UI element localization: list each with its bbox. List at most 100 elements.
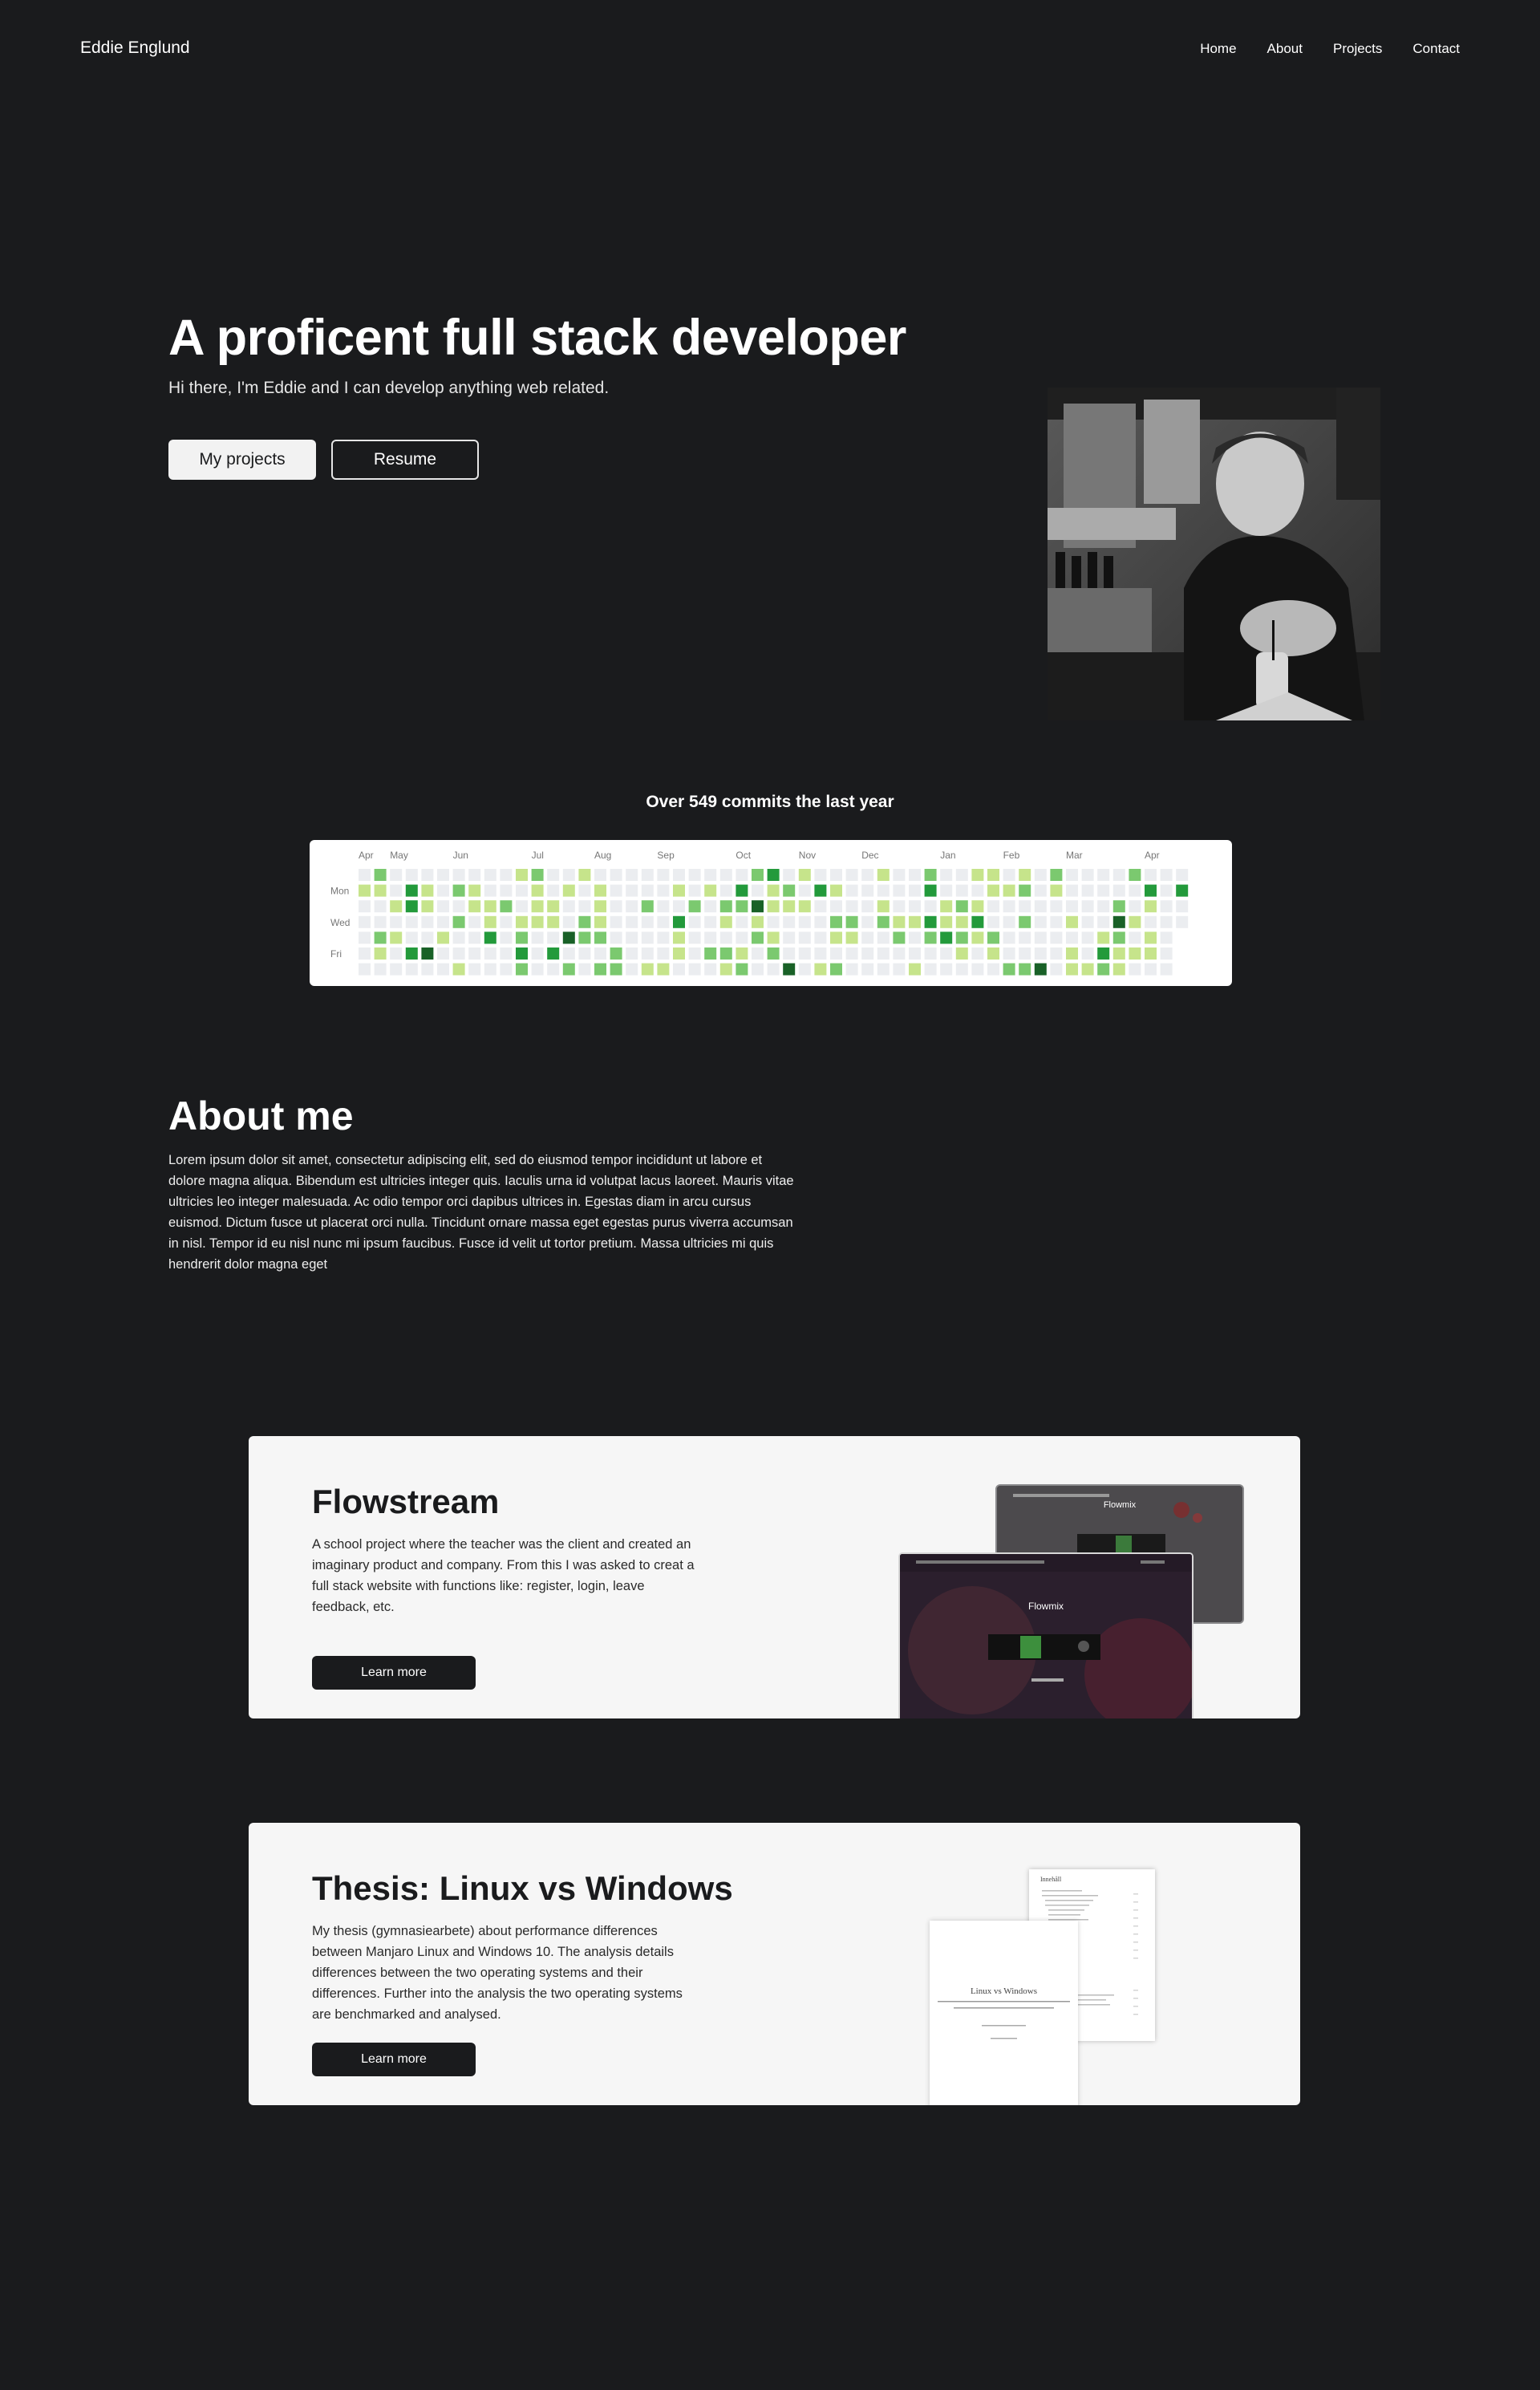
contribution-cell xyxy=(1081,884,1094,897)
resume-button[interactable]: Resume xyxy=(331,440,479,480)
contribution-cell xyxy=(578,869,591,881)
contribution-cell xyxy=(798,931,811,944)
contribution-cell xyxy=(578,947,591,960)
project-screenshot-front: Flowmix xyxy=(898,1552,1194,1718)
graph-weekday-label: Mon xyxy=(330,886,349,897)
contribution-cell xyxy=(500,915,513,928)
contribution-graph: Apr May Jun Jul Aug Sep Oct Nov Dec Jan Feb Mar Apr M… xyxy=(310,840,1232,986)
contribution-cell xyxy=(955,869,968,881)
brand-logo[interactable]: Eddie Englund xyxy=(80,39,190,58)
contribution-cell xyxy=(971,900,984,913)
contribution-cell xyxy=(405,900,418,913)
contribution-cell xyxy=(452,947,465,960)
graph-month-label: Mar xyxy=(1066,850,1083,861)
contribution-cell xyxy=(1050,931,1063,944)
graph-month-label: Aug xyxy=(594,850,611,861)
contribution-cell xyxy=(562,915,575,928)
contribution-cell xyxy=(1129,915,1141,928)
contribution-cell xyxy=(940,900,953,913)
contribution-cell xyxy=(468,963,481,976)
contribution-cell xyxy=(798,884,811,897)
contribution-cell xyxy=(359,884,371,897)
contribution-cell xyxy=(1176,900,1189,913)
contribution-cell xyxy=(657,900,670,913)
learn-more-button[interactable]: Learn more xyxy=(312,1656,476,1690)
nav-link-contact[interactable]: Contact xyxy=(1412,41,1460,57)
my-projects-button[interactable]: My projects xyxy=(168,440,316,480)
contribution-cell xyxy=(798,900,811,913)
contribution-cell xyxy=(562,947,575,960)
graph-month-label: Jul xyxy=(532,850,544,861)
contribution-cell xyxy=(719,869,732,881)
contribution-cell xyxy=(909,931,921,944)
contribution-cell xyxy=(359,900,371,913)
contribution-cell xyxy=(468,931,481,944)
contribution-cell xyxy=(893,869,906,881)
contribution-cell xyxy=(562,900,575,913)
contribution-cell xyxy=(971,931,984,944)
contribution-cell xyxy=(1160,963,1173,976)
contribution-cell xyxy=(1129,963,1141,976)
contribution-cell xyxy=(641,884,654,897)
contribution-cell xyxy=(736,947,748,960)
nav-link-home[interactable]: Home xyxy=(1200,41,1236,57)
contribution-cell xyxy=(484,869,496,881)
contribution-cell xyxy=(1145,884,1157,897)
contribution-cell xyxy=(1003,931,1015,944)
contribution-cell xyxy=(1066,884,1078,897)
contribution-cell xyxy=(626,947,638,960)
contribution-cell xyxy=(830,963,842,976)
contribution-cell xyxy=(688,900,701,913)
contribution-cell xyxy=(767,884,780,897)
contribution-cell xyxy=(752,931,764,944)
navbar: Eddie Englund Home About Projects Contac… xyxy=(0,0,1540,99)
contribution-cell xyxy=(374,884,387,897)
contribution-cell xyxy=(1097,963,1110,976)
contribution-cell xyxy=(688,915,701,928)
learn-more-button[interactable]: Learn more xyxy=(312,2043,476,2076)
contribution-cell xyxy=(814,931,827,944)
contribution-cell xyxy=(405,931,418,944)
graph-month-label: Jun xyxy=(453,850,468,861)
nav-link-about[interactable]: About xyxy=(1267,41,1303,57)
contribution-cell xyxy=(641,947,654,960)
graph-month-label: Nov xyxy=(799,850,816,861)
profile-photo xyxy=(1048,388,1380,720)
contribution-cell xyxy=(719,884,732,897)
contribution-cell xyxy=(845,931,858,944)
contribution-cell xyxy=(814,869,827,881)
contribution-cell xyxy=(955,947,968,960)
contribution-cell xyxy=(452,963,465,976)
contribution-cell xyxy=(845,869,858,881)
contribution-cell xyxy=(704,947,717,960)
nav-link-projects[interactable]: Projects xyxy=(1333,41,1382,57)
contribution-cell xyxy=(1145,915,1157,928)
contribution-cell xyxy=(814,884,827,897)
mock-front-title: Flowmix xyxy=(1028,1601,1064,1612)
contribution-cell xyxy=(1145,947,1157,960)
contribution-cell xyxy=(594,931,606,944)
contribution-cell xyxy=(484,915,496,928)
project-description: A school project where the teacher was t… xyxy=(312,1537,695,1614)
contribution-cell xyxy=(500,884,513,897)
contribution-cell xyxy=(1160,869,1173,881)
contribution-cell xyxy=(861,915,874,928)
contribution-cell xyxy=(1145,931,1157,944)
contribution-cell xyxy=(719,900,732,913)
contribution-cell xyxy=(516,931,528,944)
contribution-cell xyxy=(500,931,513,944)
contribution-cell xyxy=(374,931,387,944)
contribution-cell xyxy=(924,931,937,944)
contribution-cell xyxy=(719,915,732,928)
contribution-cell xyxy=(1129,884,1141,897)
contribution-cell xyxy=(1145,900,1157,913)
contribution-cell xyxy=(421,947,434,960)
contribution-cell xyxy=(955,884,968,897)
contribution-cell xyxy=(736,884,748,897)
contribution-cell xyxy=(657,931,670,944)
contribution-cell xyxy=(1050,947,1063,960)
contribution-cell xyxy=(814,947,827,960)
contribution-cell xyxy=(1019,963,1031,976)
contribution-cell xyxy=(719,947,732,960)
contribution-cell xyxy=(390,931,403,944)
